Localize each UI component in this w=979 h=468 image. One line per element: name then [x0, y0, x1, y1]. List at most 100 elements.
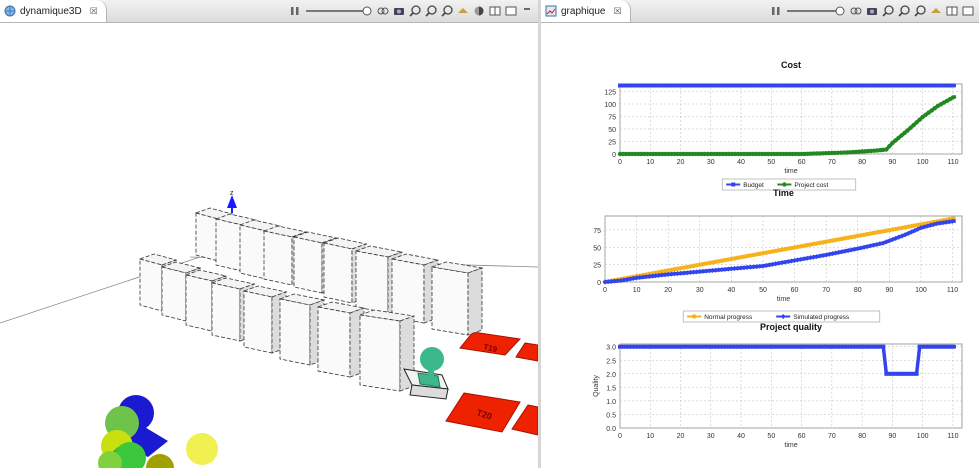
- y-tick-label: 75: [608, 115, 616, 122]
- simulation-3d-canvas[interactable]: z T19 T20: [0, 23, 538, 468]
- close-tab-icon[interactable]: ☒: [90, 6, 98, 17]
- zoom-in-icon[interactable]: [881, 4, 895, 18]
- split-view-icon[interactable]: [945, 4, 959, 18]
- x-tick-label: 70: [822, 287, 830, 294]
- x-tick-label: 110: [947, 159, 958, 166]
- x-tick-label: 30: [707, 433, 715, 440]
- zoom-out-icon[interactable]: [913, 4, 927, 18]
- x-tick-label: 20: [677, 433, 685, 440]
- y-tick-label: 1.5: [606, 385, 616, 392]
- pause-icon[interactable]: [769, 4, 783, 18]
- task-tile-t20[interactable]: T20: [445, 392, 521, 433]
- chart-title: Time: [773, 188, 794, 198]
- z-axis: z: [227, 190, 237, 213]
- x-tick-label: 90: [888, 159, 896, 166]
- data-point: [950, 83, 955, 88]
- x-tick-label: 40: [737, 433, 745, 440]
- plot-area: [619, 343, 963, 429]
- y-tick-label: 100: [604, 102, 616, 109]
- x-tick-label: 60: [798, 433, 806, 440]
- tab-graphique[interactable]: graphique ☒: [541, 0, 631, 22]
- y-tick-label: 50: [608, 127, 616, 134]
- legend-label: Simulated progress: [793, 314, 850, 321]
- zoom-fit-icon[interactable]: [424, 4, 438, 18]
- x-tick-label: 0: [603, 287, 607, 294]
- x-tick-label: 70: [828, 433, 836, 440]
- camera-icon[interactable]: [392, 4, 406, 18]
- legend-label: Budget: [743, 182, 764, 189]
- link-icon[interactable]: [849, 4, 863, 18]
- x-axis-label: time: [784, 168, 797, 175]
- task-block: [242, 285, 288, 354]
- charts-canvas: Cost02550751001250 10 20 30 40 50 60 70 80 90 100 1…: [593, 60, 963, 449]
- y-axis-label: Quality: [593, 375, 600, 397]
- zoom-in-icon[interactable]: [408, 4, 422, 18]
- view-tab-bar: dynamique3D ☒: [0, 0, 538, 23]
- y-tick-label: 0: [612, 152, 616, 159]
- x-tick-label: 30: [696, 287, 704, 294]
- camera-icon[interactable]: [865, 4, 879, 18]
- x-tick-label: 30: [707, 159, 715, 166]
- x-tick-label: 40: [737, 159, 745, 166]
- view-tab-bar: graphique ☒: [541, 0, 979, 23]
- zoom-out-icon[interactable]: [440, 4, 454, 18]
- x-tick-label: 80: [858, 159, 866, 166]
- chart-tab-icon: [545, 5, 557, 17]
- chart-0: Cost 0 25 50 75 100 125 0 10 20 30 40 50 60 70 80 90 100 1…: [604, 60, 963, 191]
- x-tick-label: 110: [947, 287, 958, 294]
- x-tick-label: 50: [767, 433, 775, 440]
- task-block: [390, 253, 440, 324]
- data-point: [887, 144, 892, 149]
- x-tick-label: 60: [798, 159, 806, 166]
- x-tick-label: 100: [917, 159, 929, 166]
- zoom-fit-icon[interactable]: [897, 4, 911, 18]
- dynamique3d-view[interactable]: dynamique3D ☒ z T19 T20: [0, 0, 538, 468]
- y-tick-label: 25: [608, 140, 616, 147]
- x-tick-label: 20: [664, 287, 672, 294]
- link-icon[interactable]: [376, 4, 390, 18]
- series-markers-0: [618, 83, 955, 88]
- x-tick-label: 0: [618, 433, 622, 440]
- layers-icon[interactable]: [456, 4, 470, 18]
- x-tick-label: 90: [885, 287, 893, 294]
- layers-icon[interactable]: [929, 4, 943, 18]
- layout-icon[interactable]: [504, 4, 518, 18]
- chart-1: Time 0 25 50 75 0 10 20 30 40 50 60 70 80 90 100 110 time…: [593, 188, 963, 323]
- x-tick-label: 20: [677, 159, 685, 166]
- display-options-icon[interactable]: [472, 4, 486, 18]
- data-point: [950, 95, 956, 100]
- view-toolbar: [769, 3, 979, 19]
- y-tick-label: 2.5: [606, 358, 616, 365]
- chart-title: Cost: [781, 60, 801, 70]
- speed-slider[interactable]: [304, 4, 374, 18]
- chart-title: Project quality: [760, 322, 822, 332]
- split-view-icon[interactable]: [488, 4, 502, 18]
- task-block: [278, 293, 326, 366]
- close-tab-icon[interactable]: ☒: [613, 6, 621, 17]
- y-tick-label: 0.0: [606, 426, 616, 433]
- task-block: [430, 261, 484, 336]
- legend-marker: [731, 182, 736, 187]
- tab-dynamique3d[interactable]: dynamique3D ☒: [0, 0, 107, 22]
- agent-cluster[interactable]: [98, 395, 218, 468]
- data-point: [914, 371, 919, 376]
- legend-marker: [692, 314, 697, 319]
- graphique-view[interactable]: graphique ☒ Cost 0 25 50 75 100 125 0 10 20 30 40 50…: [541, 0, 979, 468]
- x-tick-label: 50: [767, 159, 775, 166]
- layout-icon[interactable]: [961, 4, 975, 18]
- y-tick-label: 75: [593, 228, 601, 235]
- speed-slider[interactable]: [785, 4, 847, 18]
- data-point: [950, 344, 955, 349]
- x-axis-label: time: [777, 296, 790, 303]
- legend-label: Project cost: [794, 182, 828, 189]
- tab-label: dynamique3D: [20, 5, 82, 17]
- globe-icon: [4, 5, 16, 17]
- pause-icon[interactable]: [288, 4, 302, 18]
- x-tick-label: 70: [828, 159, 836, 166]
- task-block: [316, 301, 366, 378]
- minimize-view-icon[interactable]: [520, 4, 534, 18]
- task-tile[interactable]: [515, 342, 538, 362]
- task-tile-t19[interactable]: T19: [459, 331, 522, 356]
- legend-marker: [782, 182, 787, 187]
- x-tick-label: 100: [915, 287, 927, 294]
